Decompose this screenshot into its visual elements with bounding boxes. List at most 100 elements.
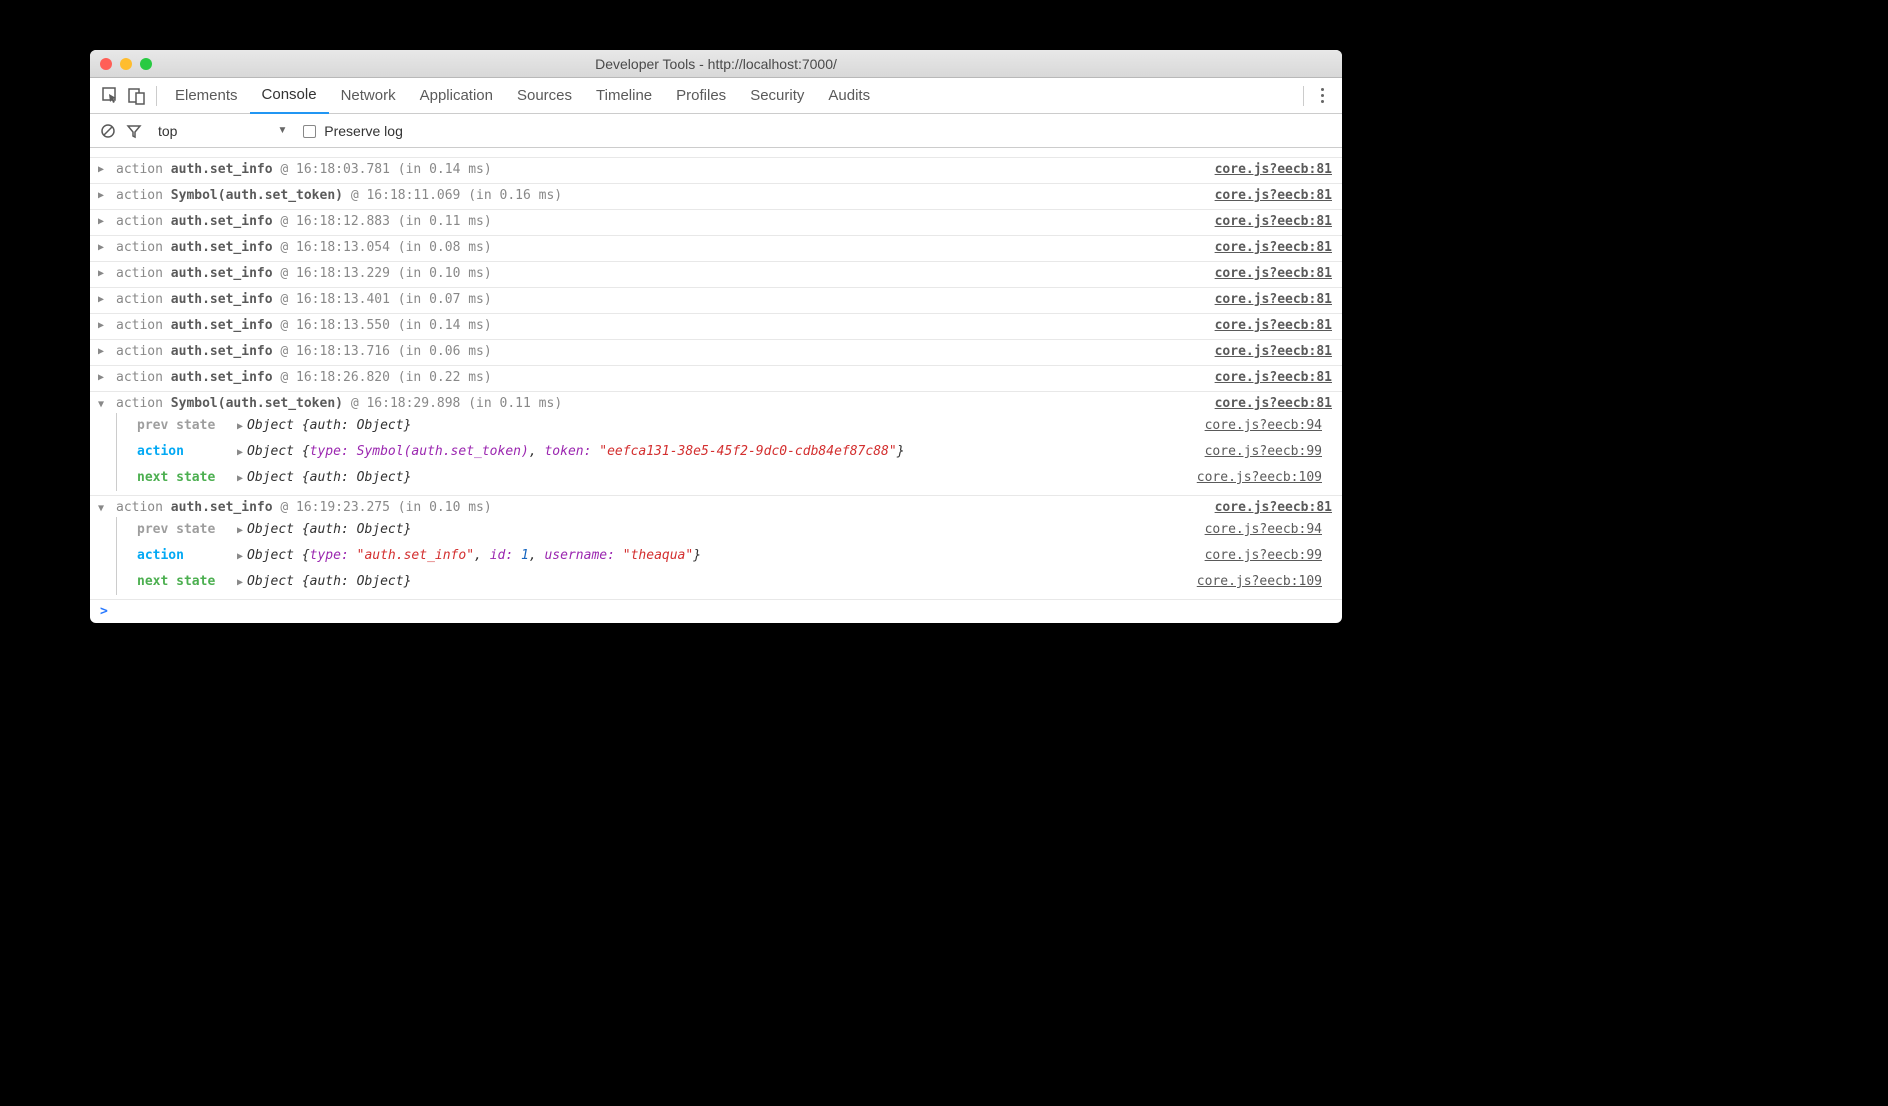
log-row[interactable]: ▶action auth.set_info @ 16:18:03.781 (in… <box>90 158 1342 184</box>
object-preview: Object {auth: Object} <box>247 418 411 433</box>
source-link[interactable]: core.js?eecb:109 <box>1197 470 1322 485</box>
timestamp: @ 16:18:29.898 <box>351 396 461 411</box>
next-state-row[interactable]: next state ▶ Object {auth: Object} core.… <box>117 465 1332 491</box>
action-keyword: action <box>116 500 163 515</box>
tab-audits[interactable]: Audits <box>816 78 882 114</box>
disclosure-closed-icon[interactable]: ▶ <box>98 216 110 227</box>
disclosure-closed-icon[interactable]: ▶ <box>237 473 243 484</box>
source-link[interactable]: core.js?eecb:81 <box>1215 148 1332 149</box>
tab-application[interactable]: Application <box>408 78 505 114</box>
tab-divider <box>156 86 157 106</box>
source-link[interactable]: core.js?eecb:81 <box>1215 318 1332 333</box>
console-filter-bar: top ▼ Preserve log <box>90 114 1342 148</box>
preserve-log-label[interactable]: Preserve log <box>303 123 402 139</box>
log-row[interactable]: ▶action auth.set_info @ 16:18:13.229 (in… <box>90 262 1342 288</box>
log-row-expanded[interactable]: ▼ action auth.set_info @ 16:19:23.275 (i… <box>90 496 1342 600</box>
source-link[interactable]: core.js?eecb:99 <box>1205 444 1322 459</box>
source-link[interactable]: core.js?eecb:81 <box>1215 500 1332 515</box>
timestamp: @ 16:18:13.054 <box>280 240 390 255</box>
log-row[interactable]: ▶action auth.set_info @ 16:18:12.883 (in… <box>90 210 1342 236</box>
tab-sources[interactable]: Sources <box>505 78 584 114</box>
disclosure-closed-icon[interactable]: ▶ <box>98 268 110 279</box>
duration: (in 0.14 ms) <box>398 318 492 333</box>
tab-security[interactable]: Security <box>738 78 816 114</box>
log-row[interactable]: ▶action auth.set_info @ 16:18:13.716 (in… <box>90 340 1342 366</box>
execution-context-select[interactable]: top ▼ <box>152 121 293 141</box>
action-name: auth.set_info <box>171 266 273 281</box>
prev-state-row[interactable]: prev state ▶ Object {auth: Object} core.… <box>117 413 1332 439</box>
disclosure-closed-icon[interactable]: ▶ <box>237 447 243 458</box>
close-window-button[interactable] <box>100 58 112 70</box>
tab-elements[interactable]: Elements <box>163 78 250 114</box>
source-link[interactable]: core.js?eecb:81 <box>1215 214 1332 229</box>
maximize-window-button[interactable] <box>140 58 152 70</box>
disclosure-closed-icon[interactable]: ▶ <box>98 372 110 383</box>
tab-network[interactable]: Network <box>329 78 408 114</box>
console-prompt[interactable]: > <box>90 600 1342 623</box>
action-keyword: action <box>116 162 163 177</box>
disclosure-closed-icon[interactable]: ▶ <box>98 346 110 357</box>
source-link[interactable]: core.js?eecb:81 <box>1215 344 1332 359</box>
action-detail-row[interactable]: action ▶ Object {type: "auth.set_info", … <box>117 543 1332 569</box>
tab-console[interactable]: Console <box>250 78 329 114</box>
log-row[interactable]: ▶action auth.set_info @ 16:18:13.054 (in… <box>90 236 1342 262</box>
source-link[interactable]: core.js?eecb:99 <box>1205 548 1322 563</box>
filter-icon[interactable] <box>126 123 142 139</box>
action-name: auth.set_info <box>171 318 273 333</box>
disclosure-closed-icon[interactable]: ▶ <box>237 551 243 562</box>
source-link[interactable]: core.js?eecb:81 <box>1215 292 1332 307</box>
action-keyword: action <box>116 240 163 255</box>
action-name: auth.set_info <box>171 344 273 359</box>
action-label: action <box>137 444 237 459</box>
source-link[interactable]: core.js?eecb:94 <box>1205 418 1322 433</box>
duration: (in 0.06 ms) <box>398 344 492 359</box>
log-row[interactable]: ▶action Symbol(auth.set_token) @ 16:18:1… <box>90 184 1342 210</box>
disclosure-open-icon[interactable]: ▼ <box>98 399 110 410</box>
tab-divider <box>1303 86 1304 106</box>
source-link[interactable]: core.js?eecb:81 <box>1215 188 1332 203</box>
disclosure-closed-icon[interactable]: ▶ <box>98 190 110 201</box>
disclosure-closed-icon[interactable]: ▶ <box>98 242 110 253</box>
disclosure-closed-icon[interactable]: ▶ <box>237 577 243 588</box>
log-row-expanded[interactable]: ▼ action Symbol(auth.set_token) @ 16:18:… <box>90 392 1342 496</box>
log-row[interactable]: ▶action auth.set_info @ 16:18:26.820 (in… <box>90 366 1342 392</box>
action-detail-row[interactable]: action ▶ Object {type: Symbol(auth.set_t… <box>117 439 1332 465</box>
log-row[interactable]: ▶action auth.set_info @ 16:18:13.550 (in… <box>90 314 1342 340</box>
timestamp: @ 16:19:23.275 <box>280 500 390 515</box>
disclosure-open-icon[interactable]: ▼ <box>98 503 110 514</box>
timestamp: @ 16:18:11.069 <box>351 188 461 203</box>
duration: (in 0.08 ms) <box>398 240 492 255</box>
prev-state-label: prev state <box>137 418 237 433</box>
preserve-log-checkbox[interactable] <box>303 125 316 138</box>
source-link[interactable]: core.js?eecb:109 <box>1197 574 1322 589</box>
source-link[interactable]: core.js?eecb:94 <box>1205 522 1322 537</box>
window-title: Developer Tools - http://localhost:7000/ <box>90 56 1342 72</box>
inspect-element-icon[interactable] <box>98 83 124 109</box>
disclosure-closed-icon[interactable]: ▶ <box>98 164 110 175</box>
traffic-lights <box>90 58 152 70</box>
disclosure-closed-icon[interactable]: ▶ <box>237 525 243 536</box>
source-link[interactable]: core.js?eecb:81 <box>1215 396 1332 411</box>
source-link[interactable]: core.js?eecb:81 <box>1215 266 1332 281</box>
action-name: Symbol(auth.set_token) <box>171 188 343 203</box>
action-name: auth.set_info <box>171 162 273 177</box>
source-link[interactable]: core.js?eecb:81 <box>1215 162 1332 177</box>
next-state-row[interactable]: next state ▶ Object {auth: Object} core.… <box>117 569 1332 595</box>
disclosure-closed-icon[interactable]: ▶ <box>237 421 243 432</box>
tab-profiles[interactable]: Profiles <box>664 78 738 114</box>
source-link[interactable]: core.js?eecb:81 <box>1215 370 1332 385</box>
duration: (in 0.14 ms) <box>398 162 492 177</box>
device-toggle-icon[interactable] <box>124 83 150 109</box>
disclosure-closed-icon[interactable]: ▶ <box>98 320 110 331</box>
duration: (in 0.16 ms) <box>468 188 562 203</box>
action-keyword: action <box>116 370 163 385</box>
disclosure-closed-icon[interactable]: ▶ <box>98 294 110 305</box>
more-menu-icon[interactable] <box>1310 88 1334 103</box>
clear-console-icon[interactable] <box>100 123 116 139</box>
tab-timeline[interactable]: Timeline <box>584 78 664 114</box>
minimize-window-button[interactable] <box>120 58 132 70</box>
log-row-truncated: core.js?eecb:81 <box>90 148 1342 158</box>
log-row[interactable]: ▶action auth.set_info @ 16:18:13.401 (in… <box>90 288 1342 314</box>
source-link[interactable]: core.js?eecb:81 <box>1215 240 1332 255</box>
prev-state-row[interactable]: prev state ▶ Object {auth: Object} core.… <box>117 517 1332 543</box>
